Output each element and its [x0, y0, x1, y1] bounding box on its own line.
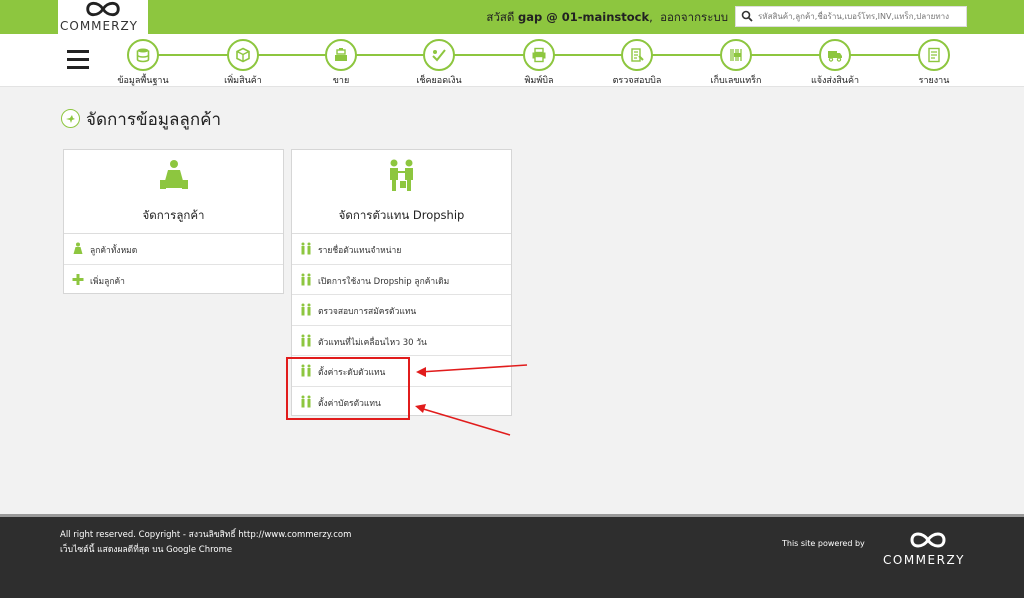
footer: All right reserved. Copyright - สงวนลิขส…: [0, 514, 1024, 598]
nav-label: รายงาน: [918, 76, 950, 86]
page-title: จัดการข้อมูลลูกค้า: [86, 110, 222, 130]
agent-icon: [301, 273, 311, 285]
nav-item-report[interactable]: รายงาน: [889, 39, 979, 87]
logout-link[interactable]: ออกจากระบบ: [660, 10, 728, 24]
nav-item-tracking[interactable]: เก็บเลขแทร็ก: [691, 39, 781, 87]
nav-item-sell[interactable]: ขาย: [296, 39, 386, 87]
nav-item-basic-data[interactable]: ข้อมูลพื้นฐาน: [98, 39, 188, 87]
menu-item-add-customer[interactable]: เพิ่มลูกค้า: [64, 265, 283, 296]
nav-label: ข้อมูลพื้นฐาน: [117, 76, 169, 86]
report-icon: [928, 47, 940, 63]
brand-logo[interactable]: COMMERZY: [58, 0, 148, 34]
annotation-arrows: [415, 364, 528, 436]
cash-register-icon: [335, 48, 347, 61]
dropship-large-icon: [389, 159, 413, 191]
footer-logo[interactable]: COMMERZY: [878, 529, 978, 579]
annotation-highlight-box: [286, 357, 410, 420]
nav-label: พิมพ์บิล: [524, 76, 554, 86]
people-icon: [66, 115, 75, 123]
footer-copyright: All right reserved. Copyright - สงวนลิขส…: [60, 530, 352, 540]
nav-item-shipping[interactable]: แจ้งส่งสินค้า: [790, 39, 880, 87]
menu-item-verify-applications[interactable]: ตรวจสอบการสมัครตัวแทน: [292, 295, 511, 326]
username: gap @ 01-mainstock: [518, 10, 650, 24]
agent-icon: [301, 242, 311, 255]
user-greeting: สวัสดี gap @ 01-mainstock, ออกจากระบบ: [486, 10, 728, 24]
page-title-icon: [61, 109, 80, 128]
search-icon[interactable]: [741, 10, 753, 22]
search-input[interactable]: [758, 9, 964, 24]
box-icon: [236, 47, 250, 63]
menu-item-label: ตรวจสอบการสมัครตัวแทน: [318, 307, 417, 317]
infinity-logo-icon: [910, 532, 946, 548]
menu-item-label: ตัวแทนที่ไม่เคลื่อนไหว 30 วัน: [318, 337, 427, 348]
menu-item-agent-list[interactable]: รายชื่อตัวแทนจำหน่าย: [292, 234, 511, 265]
menu-icon[interactable]: [67, 50, 89, 69]
top-bar: COMMERZY สวัสดี gap @ 01-mainstock, ออกจ…: [0, 0, 1024, 34]
customers-card: จัดการลูกค้า ลูกค้าทั้งหมด เพิ่มลูกค้า: [63, 149, 284, 294]
menu-item-label: ลูกค้าทั้งหมด: [90, 246, 138, 256]
nav-label: เช็คยอดเงิน: [416, 76, 462, 86]
plus-icon: [72, 273, 84, 285]
brand-wordmark: COMMERZY: [60, 19, 139, 33]
greeting-prefix: สวัสดี: [486, 10, 515, 24]
search-box: [735, 6, 967, 27]
footer-powered-by: This site powered by: [782, 539, 865, 548]
customers-card-header: จัดการลูกค้า: [64, 150, 283, 234]
nav-label: เก็บเลขแทร็ก: [710, 76, 762, 86]
dropship-card-header: จัดการตัวแทน Dropship: [292, 150, 511, 234]
scan-bill-icon: [631, 48, 644, 62]
nav-item-add-product[interactable]: เพิ่มสินค้า: [198, 39, 288, 87]
check-money-icon: [432, 49, 446, 62]
customer-large-icon: [159, 160, 188, 189]
customers-card-title: จัดการลูกค้า: [142, 208, 205, 222]
nav-label: ตรวจสอบบิล: [612, 76, 662, 86]
scan-track-icon: [730, 49, 742, 61]
dropship-card-title: จัดการตัวแทน Dropship: [338, 208, 465, 222]
menu-item-label: รายชื่อตัวแทนจำหน่าย: [318, 246, 402, 256]
printer-icon: [532, 47, 546, 63]
nav-item-print-bill[interactable]: พิมพ์บิล: [494, 39, 584, 87]
agent-icon: [301, 334, 311, 346]
main-nav: ข้อมูลพื้นฐาน เพิ่มสินค้า ขาย เช็คยอดเงิ…: [0, 34, 1024, 87]
footer-browser-note: เว็บไซต์นี้ แสดงผลดีที่สุด บน Google Chr…: [60, 545, 233, 555]
menu-item-enable-dropship[interactable]: เปิดการใช้งาน Dropship ลูกค้าเดิม: [292, 265, 511, 295]
agent-icon: [301, 303, 311, 316]
truck-icon: [828, 51, 842, 62]
database-icon: [136, 48, 150, 63]
customer-icon: [73, 242, 83, 254]
menu-item-inactive-agents[interactable]: ตัวแทนที่ไม่เคลื่อนไหว 30 วัน: [292, 326, 511, 356]
nav-label: ขาย: [332, 76, 350, 86]
infinity-logo-icon: [86, 1, 120, 17]
menu-item-all-customers[interactable]: ลูกค้าทั้งหมด: [64, 234, 283, 265]
nav-label: เพิ่มสินค้า: [224, 76, 262, 86]
menu-item-label: เปิดการใช้งาน Dropship ลูกค้าเดิม: [318, 276, 450, 287]
nav-item-verify-bill[interactable]: ตรวจสอบบิล: [592, 39, 682, 87]
menu-item-label: เพิ่มลูกค้า: [90, 276, 125, 287]
nav-label: แจ้งส่งสินค้า: [810, 76, 860, 86]
footer-wordmark: COMMERZY: [883, 553, 966, 567]
nav-item-check-balance[interactable]: เช็คยอดเงิน: [394, 39, 484, 87]
